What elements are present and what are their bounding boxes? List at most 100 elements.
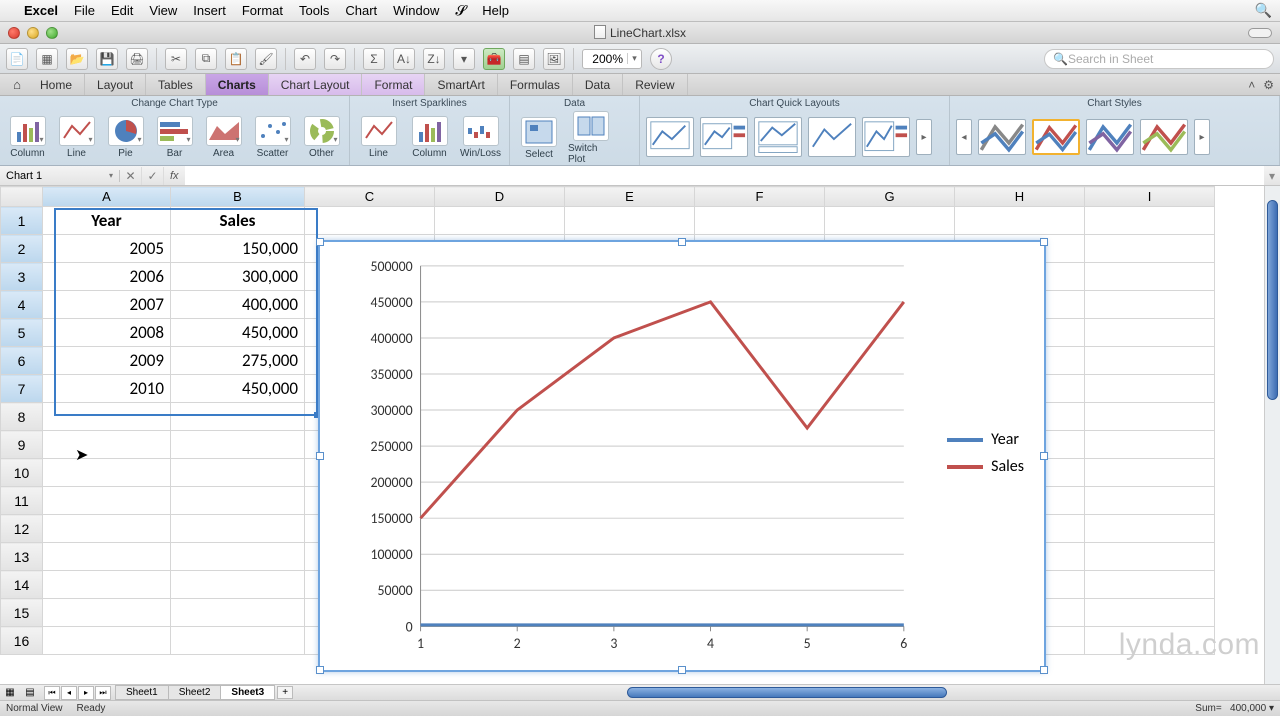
redo-button[interactable]: ↷ (324, 48, 346, 70)
resize-handle[interactable] (316, 452, 324, 460)
open-button[interactable]: 📂 (66, 48, 88, 70)
cell-B2[interactable]: 150,000 (171, 235, 305, 263)
media-button[interactable]: 🖼 (543, 48, 565, 70)
cell-B5[interactable]: 450,000 (171, 319, 305, 347)
sheet-search[interactable]: 🔍 (1044, 49, 1274, 69)
cell-B4[interactable]: 400,000 (171, 291, 305, 319)
cell-I10[interactable] (1085, 459, 1215, 487)
chart-type-switch-plot[interactable]: Switch Plot (568, 111, 614, 165)
tab-data[interactable]: Data (573, 74, 623, 95)
tab-charts[interactable]: Charts (206, 74, 269, 95)
row-header-12[interactable]: 12 (1, 515, 43, 543)
resize-handle[interactable] (316, 666, 324, 674)
chart-type-win-loss[interactable]: Win/Loss (458, 116, 503, 159)
cell-I11[interactable] (1085, 487, 1215, 515)
resize-handle[interactable] (1040, 238, 1048, 246)
menu-help[interactable]: Help (482, 3, 509, 18)
quick-layout-2[interactable] (700, 117, 748, 157)
sort-desc-button[interactable]: Z↓ (423, 48, 445, 70)
styles-next-button[interactable]: ▸ (1194, 119, 1210, 155)
resize-handle[interactable] (1040, 452, 1048, 460)
prev-sheet-button[interactable]: ◂ (61, 686, 77, 700)
cell-A8[interactable] (43, 403, 171, 431)
column-header-I[interactable]: I (1085, 187, 1215, 207)
row-header-1[interactable]: 1 (1, 207, 43, 235)
cell-A6[interactable]: 2009 (43, 347, 171, 375)
add-sheet-button[interactable]: + (277, 686, 293, 699)
open-template-button[interactable]: ▦ (36, 48, 58, 70)
spotlight-icon[interactable]: 🔍 (1255, 2, 1272, 19)
toolbox-button[interactable]: 🧰 (483, 48, 505, 70)
horizontal-scrollbar[interactable] (627, 687, 947, 698)
tab-tables[interactable]: Tables (146, 74, 206, 95)
filter-button[interactable]: ▾ (453, 48, 475, 70)
cell-A2[interactable]: 2005 (43, 235, 171, 263)
save-button[interactable]: 💾 (96, 48, 118, 70)
cut-button[interactable]: ✂ (165, 48, 187, 70)
cell-B7[interactable]: 450,000 (171, 375, 305, 403)
cell-I13[interactable] (1085, 543, 1215, 571)
row-header-6[interactable]: 6 (1, 347, 43, 375)
cell-A4[interactable]: 2007 (43, 291, 171, 319)
grid[interactable]: ABCDEFGHI1YearSales22005150,00032006300,… (0, 186, 1264, 684)
cell-B16[interactable] (171, 627, 305, 655)
cell-B11[interactable] (171, 487, 305, 515)
help-button[interactable]: ? (650, 48, 672, 70)
row-header-11[interactable]: 11 (1, 487, 43, 515)
chart-type-line[interactable]: ▾Line (55, 116, 98, 159)
cell-A1[interactable]: Year (43, 207, 171, 235)
column-header-A[interactable]: A (43, 187, 171, 207)
menu-insert[interactable]: Insert (193, 3, 226, 18)
cell-B15[interactable] (171, 599, 305, 627)
autosum-button[interactable]: Σ (363, 48, 385, 70)
column-header-F[interactable]: F (695, 187, 825, 207)
sheet-tab-sheet2[interactable]: Sheet2 (168, 685, 222, 700)
cell-A14[interactable] (43, 571, 171, 599)
vertical-scrollbar[interactable] (1264, 186, 1280, 684)
quick-layouts-more-button[interactable]: ▸ (916, 119, 932, 155)
cell-I2[interactable] (1085, 235, 1215, 263)
chart-type-column[interactable]: Column (407, 116, 452, 159)
cell-I9[interactable] (1085, 431, 1215, 459)
column-header-B[interactable]: B (171, 187, 305, 207)
collapse-ribbon-button[interactable]: ˄ (1248, 78, 1255, 92)
chart-type-select[interactable]: Select (516, 117, 562, 160)
row-header-5[interactable]: 5 (1, 319, 43, 347)
cell-I8[interactable] (1085, 403, 1215, 431)
formula-input[interactable] (185, 166, 1264, 185)
row-header-10[interactable]: 10 (1, 459, 43, 487)
cell-A15[interactable] (43, 599, 171, 627)
row-header-14[interactable]: 14 (1, 571, 43, 599)
chart-type-area[interactable]: ▾Area (202, 116, 245, 159)
cell-I15[interactable] (1085, 599, 1215, 627)
copy-button[interactable]: ⧉ (195, 48, 217, 70)
format-painter-button[interactable]: 🖌 (255, 48, 277, 70)
row-header-3[interactable]: 3 (1, 263, 43, 291)
cell-A16[interactable] (43, 627, 171, 655)
cell-I12[interactable] (1085, 515, 1215, 543)
gear-icon[interactable]: ⚙ (1263, 78, 1274, 92)
cell-I16[interactable] (1085, 627, 1215, 655)
next-sheet-button[interactable]: ▸ (78, 686, 94, 700)
row-header-15[interactable]: 15 (1, 599, 43, 627)
menu-chart[interactable]: Chart (345, 3, 377, 18)
column-header-G[interactable]: G (825, 187, 955, 207)
cell-B6[interactable]: 275,000 (171, 347, 305, 375)
row-header-16[interactable]: 16 (1, 627, 43, 655)
cell-I6[interactable] (1085, 347, 1215, 375)
chart-type-pie[interactable]: ▾Pie (104, 116, 147, 159)
page-layout-view-icon[interactable]: ▤ (20, 687, 40, 698)
quick-layout-5[interactable] (862, 117, 910, 157)
cell-H1[interactable] (955, 207, 1085, 235)
row-header-9[interactable]: 9 (1, 431, 43, 459)
tab-smartart[interactable]: SmartArt (425, 74, 497, 95)
row-header-13[interactable]: 13 (1, 543, 43, 571)
menu-tools[interactable]: Tools (299, 3, 329, 18)
resize-handle[interactable] (316, 238, 324, 246)
cell-A7[interactable]: 2010 (43, 375, 171, 403)
scroll-thumb[interactable] (1267, 200, 1278, 400)
quick-layout-1[interactable] (646, 117, 694, 157)
cell-B13[interactable] (171, 543, 305, 571)
tab-home[interactable]: Home (28, 74, 85, 95)
row-header-4[interactable]: 4 (1, 291, 43, 319)
